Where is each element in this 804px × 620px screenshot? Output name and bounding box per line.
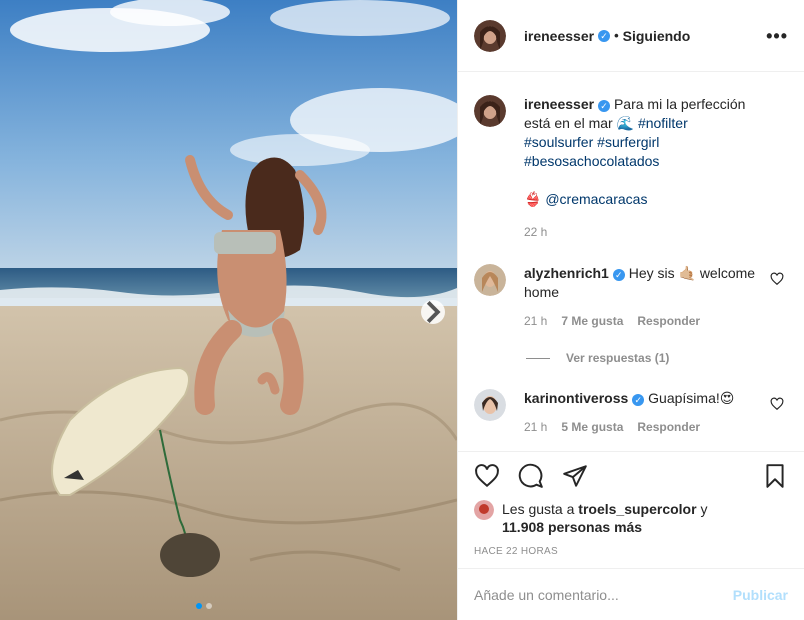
- save-bookmark-icon[interactable]: [762, 463, 788, 489]
- action-icons: [474, 452, 788, 500]
- like-comment-heart-icon[interactable]: [770, 397, 784, 411]
- comment-text: Guapísima!😍: [648, 390, 735, 406]
- likes-count[interactable]: 11.908 personas más: [502, 519, 642, 535]
- post-header: ireneesser ✓ • Siguiendo •••: [458, 0, 804, 72]
- commenter-avatar[interactable]: [474, 264, 506, 296]
- hashtag-link[interactable]: #soulsurfer: [524, 134, 593, 150]
- post-side-panel: ireneesser ✓ • Siguiendo ••• ireneesser ✓…: [457, 0, 804, 620]
- share-paper-plane-icon[interactable]: [562, 463, 588, 489]
- following-button[interactable]: Siguiendo: [623, 28, 691, 44]
- comment-likes[interactable]: 7 Me gusta: [561, 312, 623, 331]
- commenter-avatar[interactable]: [474, 389, 506, 421]
- author-avatar[interactable]: [474, 95, 506, 127]
- reply-button[interactable]: Responder: [637, 418, 700, 437]
- comment-username[interactable]: karinontiveross: [524, 390, 628, 406]
- comment-time[interactable]: 21 h: [524, 312, 547, 331]
- view-replies-label[interactable]: Ver respuestas (1): [566, 351, 669, 365]
- like-comment-heart-icon[interactable]: [770, 272, 784, 286]
- comment-username[interactable]: alyzhenrich1: [524, 265, 609, 281]
- verified-badge-icon: ✓: [598, 29, 611, 42]
- liker-avatar[interactable]: [474, 500, 494, 520]
- verified-badge-icon: ✓: [632, 394, 645, 406]
- comment-item: karinontiveross ✓ Guapísima!😍 21 h 5 Me g…: [474, 389, 788, 437]
- author-avatar[interactable]: [474, 19, 506, 52]
- publish-button[interactable]: Publicar: [733, 587, 788, 603]
- carousel-indicator: [196, 603, 212, 609]
- replies-divider: [526, 357, 550, 359]
- verified-badge-icon: ✓: [612, 269, 625, 281]
- bikini-emoji: 👙: [524, 191, 542, 207]
- liker-username[interactable]: troels_supercolor: [578, 501, 696, 517]
- hashtag-link[interactable]: #nofilter: [638, 115, 688, 131]
- post-photo[interactable]: [0, 0, 457, 620]
- comments-list[interactable]: ireneesser ✓ Para mi la perfección está e…: [458, 73, 804, 451]
- hashtag-link[interactable]: #surfergirl: [597, 134, 659, 150]
- comment-bubble-icon[interactable]: [518, 463, 544, 489]
- comment-item: alyzhenrich1 ✓ Hey sis 🤙🏼 welcome home 21…: [474, 264, 788, 331]
- post-timestamp[interactable]: HACE 22 HORAS: [474, 546, 788, 557]
- likes-prefix: Les gusta a: [502, 501, 575, 517]
- view-replies-button[interactable]: Ver respuestas (1): [526, 351, 788, 365]
- post-actions: Les gusta a troels_supercolor y 11.908 p…: [458, 451, 804, 557]
- next-photo-button[interactable]: [421, 300, 445, 324]
- comment-likes[interactable]: 5 Me gusta: [561, 418, 623, 437]
- mention-link[interactable]: @cremacaracas: [545, 191, 647, 207]
- reply-button[interactable]: Responder: [637, 312, 700, 331]
- add-comment-bar: Publicar: [458, 568, 804, 620]
- comment-time[interactable]: 21 h: [524, 418, 547, 437]
- hashtag-link[interactable]: #besosachocolatados: [524, 153, 659, 169]
- caption-time[interactable]: 22 h: [524, 223, 547, 242]
- wave-emoji: 🌊: [616, 115, 635, 131]
- comment-input[interactable]: [474, 586, 733, 603]
- likes-joiner: y: [700, 501, 708, 517]
- carousel-dot: [206, 603, 212, 609]
- author-username[interactable]: ireneesser: [524, 28, 594, 44]
- likes-summary: Les gusta a troels_supercolor y 11.908 p…: [474, 500, 788, 536]
- verified-badge-icon: ✓: [598, 100, 611, 112]
- carousel-dot-active: [196, 603, 202, 609]
- like-heart-icon[interactable]: [474, 463, 500, 489]
- caption: ireneesser ✓ Para mi la perfección está e…: [474, 95, 788, 242]
- more-options-icon[interactable]: •••: [766, 27, 788, 45]
- beach-photo-illustration: [0, 0, 457, 620]
- caption-username[interactable]: ireneesser: [524, 96, 594, 112]
- chevron-right-icon: [426, 301, 441, 323]
- separator: •: [614, 28, 619, 43]
